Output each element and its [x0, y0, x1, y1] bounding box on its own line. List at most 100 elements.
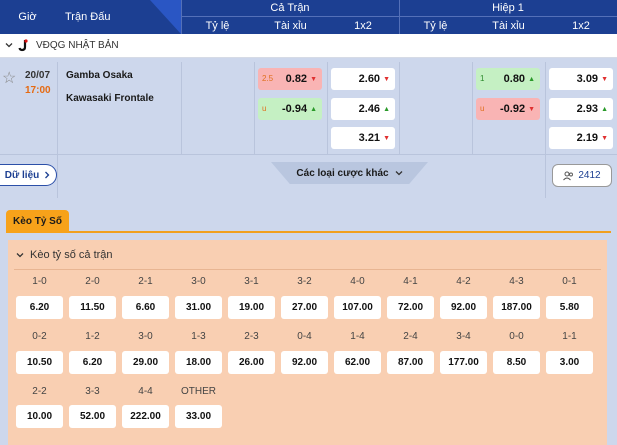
- more-bets-label: Các loại cược khác: [296, 167, 389, 179]
- ft-overunder-header: Tài xỉu: [274, 19, 307, 32]
- ft-ou-under-odd[interactable]: u -0.94 ▲: [258, 98, 322, 120]
- tab-bar: Kèo Tỷ Số: [6, 210, 611, 233]
- chevron-down-icon: [16, 253, 24, 258]
- score-odd-button[interactable]: 26.00: [228, 351, 275, 374]
- more-bets-button[interactable]: Các loại cược khác: [271, 162, 428, 184]
- score-odd-button[interactable]: 29.00: [122, 351, 169, 374]
- score-label: 3-0: [191, 276, 206, 287]
- arrow-down-icon: ▼: [310, 75, 317, 83]
- chevron-down-icon[interactable]: [5, 41, 13, 49]
- score-label: 1-1: [562, 331, 577, 342]
- score-label: 0-2: [32, 331, 47, 342]
- score-odd-button[interactable]: 107.00: [334, 296, 381, 319]
- score-odd-button[interactable]: 87.00: [387, 351, 434, 374]
- score-odd-button[interactable]: 33.00: [175, 405, 222, 428]
- odds-table-header: Giờ Trận Đấu Cả Trận Hiệp 1 Tỷ lệ Tài xỉ…: [0, 0, 617, 34]
- col-time-header: Giờ: [18, 11, 37, 23]
- ft-ou-over-odd[interactable]: 2.5 0.82 ▼: [258, 68, 322, 90]
- odd-value: -0.94: [281, 103, 308, 115]
- score-odd-button[interactable]: 27.00: [281, 296, 328, 319]
- score-label: 0-0: [509, 331, 524, 342]
- h1-1x2-draw-odd[interactable]: 2.19 ▼: [549, 127, 613, 149]
- favorite-star-icon[interactable]: ☆: [2, 68, 16, 88]
- viewers-count: 2412: [578, 170, 601, 181]
- correct-score-panel: Kèo tỷ số cả trận 1-0 6.20 2-0 11.50 2-1 6.60…: [8, 240, 607, 445]
- data-button[interactable]: Dữ liệu: [0, 164, 57, 186]
- score-odd-button[interactable]: 31.00: [175, 296, 222, 319]
- data-button-label: Dữ liệu: [4, 169, 40, 181]
- arrow-down-icon: ▼: [528, 105, 535, 113]
- ft-1x2-draw-odd[interactable]: 3.21 ▼: [331, 127, 395, 149]
- h1-ou-over-odd[interactable]: 1 0.80 ▲: [476, 68, 540, 90]
- h1-1x2-away-odd[interactable]: 2.93 ▲: [549, 98, 613, 120]
- score-odd-button[interactable]: 6.20: [16, 296, 63, 319]
- arrow-up-icon: ▲: [601, 105, 608, 113]
- score-odd-button[interactable]: 187.00: [493, 296, 540, 319]
- panel-header[interactable]: Kèo tỷ số cả trận: [16, 249, 113, 261]
- score-odd-button[interactable]: 72.00: [387, 296, 434, 319]
- ft-1x2-away-odd[interactable]: 2.46 ▲: [331, 98, 395, 120]
- score-label: 4-1: [403, 276, 418, 287]
- score-odd-button[interactable]: 177.00: [440, 351, 487, 374]
- score-odd-button[interactable]: 18.00: [175, 351, 222, 374]
- header-accent-corner: [150, 0, 181, 34]
- h1-overunder-header: Tài xỉu: [492, 19, 525, 32]
- score-label: 3-1: [244, 276, 259, 287]
- score-label: 2-4: [403, 331, 418, 342]
- h1-ou-under-odd[interactable]: u -0.92 ▼: [476, 98, 540, 120]
- score-odd-button[interactable]: 5.80: [546, 296, 593, 319]
- odd-value: 2.46: [358, 103, 381, 115]
- h1-handicap-header: Tỷ lệ: [423, 19, 448, 32]
- odd-value: 0.82: [285, 73, 308, 85]
- score-label: 2-0: [85, 276, 100, 287]
- score-odd-button[interactable]: 10.00: [16, 405, 63, 428]
- score-odd-button[interactable]: 92.00: [281, 351, 328, 374]
- score-label: 1-0: [32, 276, 47, 287]
- match-row: ☆ 20/07 17:00 Gamba Osaka Kawasaki Front…: [0, 58, 617, 198]
- ft-ou-line: 2.5: [262, 74, 274, 83]
- ft-1x2-header: 1x2: [354, 19, 372, 32]
- score-label: 2-1: [138, 276, 153, 287]
- score-label: 1-2: [85, 331, 100, 342]
- ft-1x2-home-odd[interactable]: 2.60 ▼: [331, 68, 395, 90]
- chevron-down-icon: [395, 171, 403, 176]
- tab-correct-score[interactable]: Kèo Tỷ Số: [6, 210, 69, 233]
- score-label: OTHER: [181, 386, 216, 397]
- arrow-up-icon: ▲: [528, 75, 535, 83]
- score-odd-button[interactable]: 6.20: [69, 351, 116, 374]
- score-odd-button[interactable]: 10.50: [16, 351, 63, 374]
- league-row[interactable]: VĐQG NHẬT BẢN: [0, 34, 617, 58]
- score-odd-button[interactable]: 6.60: [122, 296, 169, 319]
- full-match-header: Cả Trận: [270, 2, 310, 14]
- score-label: 4-4: [138, 386, 153, 397]
- ft-handicap-header: Tỷ lệ: [205, 19, 230, 32]
- h1-ou-under-label: u: [480, 104, 485, 113]
- ft-ou-under-label: u: [262, 104, 267, 113]
- panel-title: Kèo tỷ số cả trận: [30, 249, 113, 261]
- match-date: 20/07: [25, 70, 51, 81]
- score-label: 2-2: [32, 386, 47, 397]
- score-label: 3-4: [456, 331, 471, 342]
- home-team[interactable]: Gamba Osaka: [66, 70, 133, 81]
- h1-ou-line: 1: [480, 74, 485, 83]
- half1-header: Hiệp 1: [492, 2, 524, 14]
- score-odd-button[interactable]: 52.00: [69, 405, 116, 428]
- arrow-down-icon: ▼: [601, 134, 608, 142]
- score-odd-button[interactable]: 11.50: [69, 296, 116, 319]
- score-odd-button[interactable]: 222.00: [122, 405, 169, 428]
- users-icon: [563, 171, 574, 180]
- score-odd-button[interactable]: 19.00: [228, 296, 275, 319]
- score-odd-button[interactable]: 62.00: [334, 351, 381, 374]
- viewers-count-button[interactable]: 2412: [552, 164, 612, 187]
- score-odd-button[interactable]: 92.00: [440, 296, 487, 319]
- away-team[interactable]: Kawasaki Frontale: [66, 93, 154, 104]
- h1-1x2-home-odd[interactable]: 3.09 ▼: [549, 68, 613, 90]
- arrow-up-icon: ▲: [310, 105, 317, 113]
- score-odd-button[interactable]: 8.50: [493, 351, 540, 374]
- odd-value: 3.09: [576, 73, 599, 85]
- arrow-down-icon: ▼: [601, 75, 608, 83]
- score-odd-button[interactable]: 3.00: [546, 351, 593, 374]
- score-label: 3-2: [297, 276, 312, 287]
- score-label: 3-0: [138, 331, 153, 342]
- h1-1x2-header: 1x2: [572, 19, 590, 32]
